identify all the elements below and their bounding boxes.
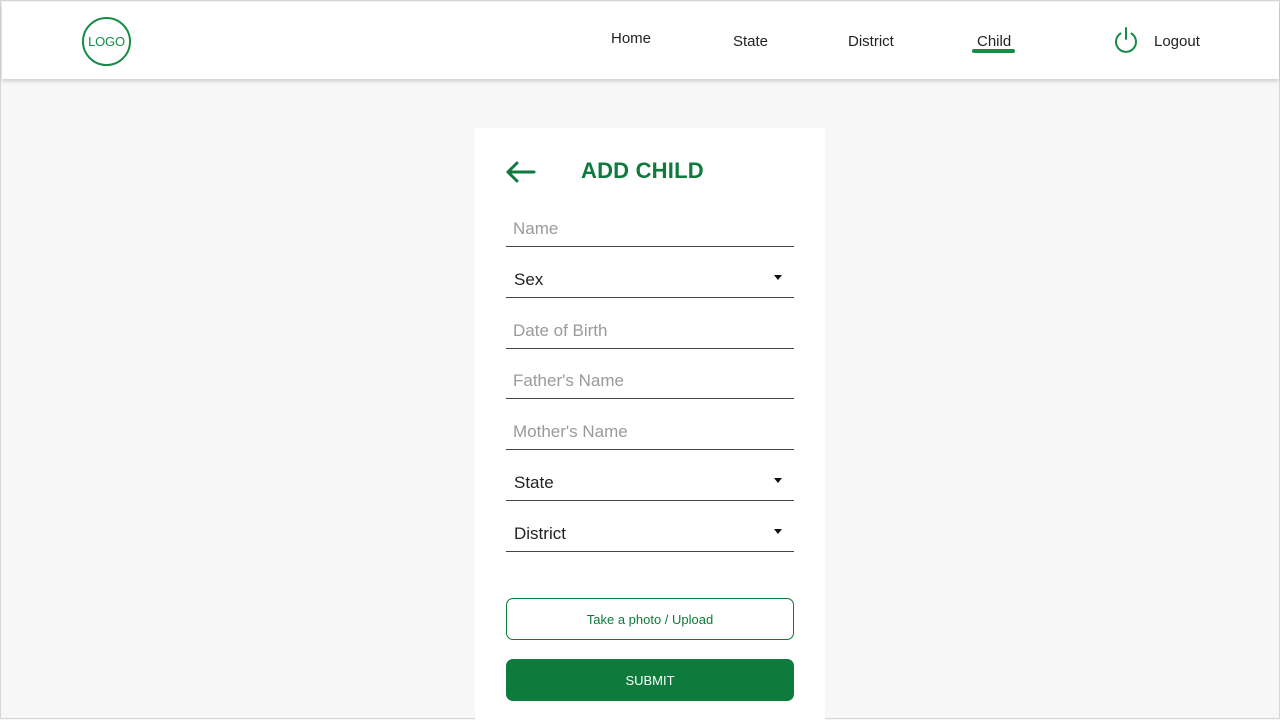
sex-select-label: Sex [514,270,544,289]
nav-logout[interactable]: Logout [1154,33,1200,50]
app-frame: LOGO Home State District Child Logout AD… [0,0,1280,720]
dob-field [506,309,794,349]
sex-select[interactable]: Sex [506,258,794,298]
father-name-field [506,359,794,399]
nav-district[interactable]: District [848,33,894,50]
power-icon[interactable] [1112,26,1140,54]
state-select[interactable]: State [506,461,794,501]
add-child-card: ADD CHILD Sex State District Take a phot… [475,128,825,720]
state-select-label: State [514,473,554,492]
mother-name-input[interactable] [506,410,794,449]
nav-state[interactable]: State [733,33,768,50]
page-title: ADD CHILD [581,158,704,183]
upload-photo-button[interactable]: Take a photo / Upload [506,598,794,640]
district-select[interactable]: District [506,512,794,552]
nav-child[interactable]: Child [977,33,1011,50]
top-navbar: LOGO Home State District Child Logout [2,2,1279,79]
arrow-left-icon[interactable] [505,160,537,184]
mother-name-field [506,410,794,450]
caret-down-icon [774,529,782,534]
logo[interactable]: LOGO [82,17,131,66]
name-input[interactable] [506,207,794,246]
dob-input[interactable] [506,309,794,348]
nav-home[interactable]: Home [611,30,651,47]
name-field [506,207,794,247]
district-select-label: District [514,524,566,543]
submit-button[interactable]: SUBMIT [506,659,794,701]
active-tab-indicator [972,49,1015,53]
caret-down-icon [774,478,782,483]
logo-text: LOGO [88,34,125,49]
father-name-input[interactable] [506,359,794,398]
caret-down-icon [774,275,782,280]
